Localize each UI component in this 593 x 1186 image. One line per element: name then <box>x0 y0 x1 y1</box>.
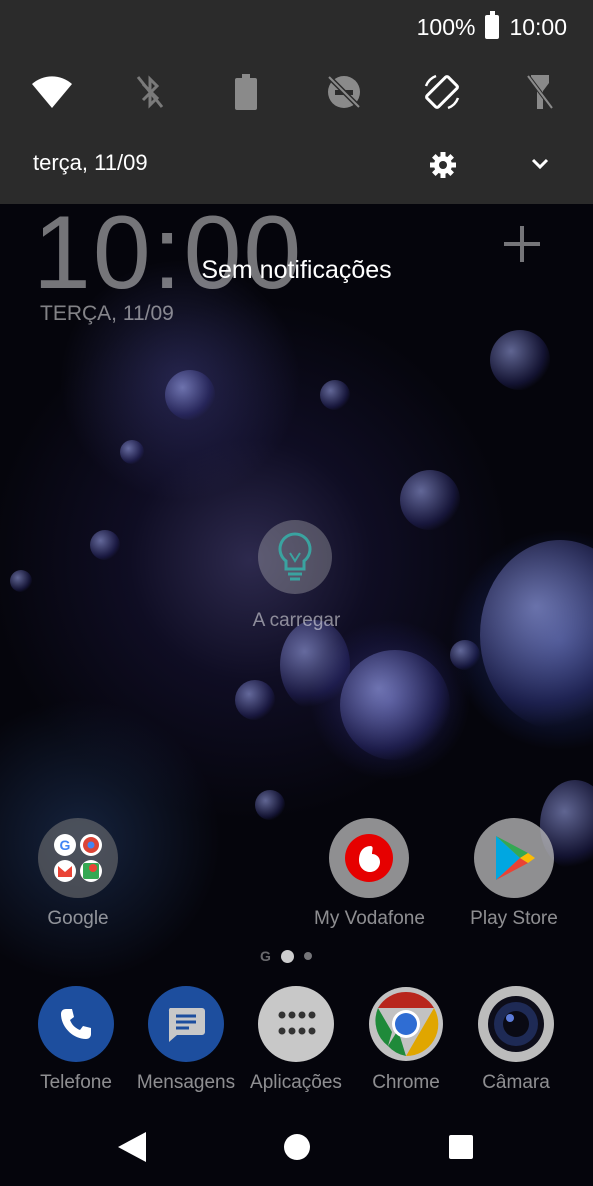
app-label: Aplicações <box>250 1072 342 1093</box>
app-label: My Vodafone <box>314 908 425 929</box>
auto-rotate-icon[interactable] <box>418 70 466 114</box>
phone-icon <box>38 986 114 1062</box>
camera-icon <box>478 986 554 1062</box>
app-camara[interactable]: Câmara <box>461 986 571 1094</box>
page-dot <box>303 952 312 960</box>
google-folder-icon: G <box>38 818 118 898</box>
charging-lightbulb-icon <box>258 520 332 594</box>
status-time: 10:00 <box>509 13 567 40</box>
app-label: Chrome <box>372 1072 440 1093</box>
do-not-disturb-off-icon[interactable] <box>320 70 368 114</box>
bluetooth-off-icon[interactable] <box>126 70 174 114</box>
app-play-store[interactable]: Play Store <box>459 818 569 930</box>
app-label: Play Store <box>470 908 558 929</box>
settings-gear-icon[interactable] <box>428 150 458 180</box>
svg-text:G: G <box>60 837 71 853</box>
messages-icon <box>148 986 224 1062</box>
app-chrome[interactable]: Chrome <box>351 986 461 1094</box>
app-label: Google <box>47 908 109 929</box>
quick-settings-shade: 100% 10:00 terça, 11/09 <box>0 0 593 204</box>
charging-label: A carregar <box>252 610 341 631</box>
back-icon[interactable] <box>114 1130 148 1169</box>
wifi-icon[interactable] <box>28 70 76 114</box>
app-my-vodafone[interactable]: My Vodafone <box>314 818 425 930</box>
app-google-folder[interactable]: G Google <box>23 818 133 930</box>
battery-percent: 100% <box>416 13 476 40</box>
flashlight-off-icon[interactable] <box>516 70 564 114</box>
status-bar: 100% 10:00 <box>417 10 567 44</box>
app-label: Mensagens <box>136 1072 236 1093</box>
lockscreen-date: TERÇA, 11/09 <box>40 302 174 325</box>
app-mensagens[interactable]: Mensagens <box>131 986 241 1094</box>
battery-saver-icon[interactable] <box>222 70 270 114</box>
navigation-bar <box>0 1110 593 1186</box>
chrome-icon <box>368 986 444 1062</box>
battery-icon <box>485 11 500 39</box>
app-telefone[interactable]: Telefone <box>21 986 131 1094</box>
page-indicator: G <box>260 948 312 964</box>
no-notifications-text: Sem notificações <box>201 256 392 284</box>
page-dot-active <box>280 949 294 963</box>
app-label: Câmara <box>482 1072 550 1093</box>
expand-chevron-down-icon[interactable] <box>526 150 554 178</box>
quick-settings-tiles <box>0 70 593 114</box>
app-aplicacoes[interactable]: Aplicações <box>241 986 351 1094</box>
lockscreen-clock: 10:00 <box>33 195 304 311</box>
recents-icon[interactable] <box>448 1134 474 1165</box>
app-label: Telefone <box>40 1072 112 1093</box>
app-drawer-grid-icon <box>258 986 334 1062</box>
play-store-icon <box>474 818 554 898</box>
home-icon[interactable] <box>283 1133 311 1166</box>
shade-date: terça, 11/09 <box>33 150 148 175</box>
google-g-indicator-icon: G <box>260 948 271 964</box>
vodafone-icon <box>329 818 409 898</box>
